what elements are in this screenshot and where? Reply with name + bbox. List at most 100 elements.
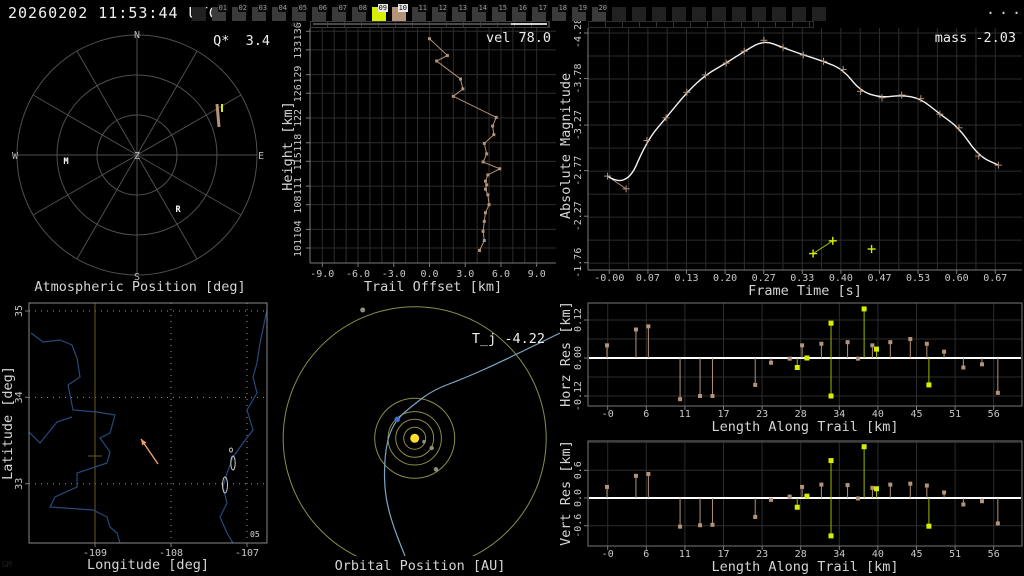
svg-text:W: W: [12, 151, 19, 162]
horz-residual-plot: -0 6 11 17 23 28 34 40 45 51 560.120.00-0.12: [573, 302, 1023, 420]
scrubber-progress: [313, 23, 511, 25]
frame-button-13[interactable]: 13: [452, 4, 468, 21]
svg-text:R: R: [175, 205, 181, 215]
meteor-analysis-app: { "header": { "timestamp": "20260202 11:…: [0, 0, 1024, 576]
timeline-scrubber[interactable]: [310, 21, 550, 28]
frame-number-label: 20: [597, 4, 608, 12]
frame-slot-blank: [792, 7, 806, 21]
svg-text:-2.77: -2.77: [573, 156, 584, 186]
polar-title: Atmospheric Position [deg]: [34, 279, 246, 295]
mass-stat: mass -2.03: [934, 30, 1016, 46]
planet-dot-jupiter: [360, 307, 366, 313]
frame-slot-blank: [692, 7, 706, 21]
overflow-menu-button[interactable]: ...: [986, 0, 1024, 18]
frame-number-label: 19: [577, 4, 588, 12]
map-content: [29, 303, 267, 543]
frame-number-label: 03: [257, 4, 268, 12]
frame-button-18[interactable]: 18: [552, 4, 568, 21]
svg-text:101: 101: [293, 239, 304, 257]
frame-slot-blank: [772, 7, 786, 21]
frame-slot-blank: [812, 7, 826, 21]
frame-button-14[interactable]: 14: [472, 4, 488, 21]
tj-stat: T_j -4.22: [471, 331, 545, 347]
frame-number-label: 09: [377, 4, 388, 12]
frame-number-label: 16: [517, 4, 528, 12]
frame-button-01[interactable]: 01: [212, 4, 228, 21]
frame-button-17[interactable]: 17: [532, 4, 548, 21]
frame-slot-blank: [612, 7, 626, 21]
frame-number-label: 06: [317, 4, 328, 12]
frame-button-11[interactable]: 11: [412, 4, 428, 21]
scrubber-highlight: [511, 23, 547, 25]
svg-text:M: M: [63, 157, 68, 167]
svg-text:-1.76: -1.76: [573, 248, 584, 278]
map-ylabel: Latitude [deg]: [0, 366, 16, 480]
earth-dot: [394, 416, 401, 423]
magnitude-plot: -0.00 0.07 0.13 0.20 0.27 0.33 0.40 0.47 0.53 0.6…: [573, 18, 1022, 284]
watermark: GM: [2, 560, 12, 569]
frame-button-05[interactable]: 05: [292, 4, 308, 21]
frame-button-16[interactable]: 16: [512, 4, 528, 21]
orbital-title: Orbital Position [AU]: [334, 558, 506, 574]
frame-number-label: 15: [497, 4, 508, 12]
frame-button-09[interactable]: 09: [372, 4, 388, 21]
frame-number-label: 13: [457, 4, 468, 12]
frame-slot-blank: [632, 7, 646, 21]
svg-text:Z: Z: [134, 151, 140, 162]
vert-res-xlabel: Length Along Trail [km]: [711, 559, 899, 575]
trail-ylabel: Height [km]: [280, 101, 296, 191]
frame-number-label: 02: [237, 4, 248, 12]
frame-slot-blank: [192, 7, 206, 21]
vert-residual-plot: -0 6 11 17 23 28 34 40 45 51 560.60.0-0.6: [573, 440, 1023, 560]
frame-button-04[interactable]: 04: [272, 4, 288, 21]
frame-button-08[interactable]: 08: [352, 4, 368, 21]
frame-button-19[interactable]: 19: [572, 4, 588, 21]
frame-button-02[interactable]: 02: [232, 4, 248, 21]
trail-offset-plot: -9.0 -6.0 -3.0 0.0 3.0 6.0 9.01361331291261221…: [293, 22, 556, 280]
frame-button-12[interactable]: 12: [432, 4, 448, 21]
svg-text:E: E: [258, 151, 264, 162]
svg-text:-0.6: -0.6: [573, 514, 584, 538]
svg-text:-2.27: -2.27: [573, 201, 584, 231]
frame-number-label: 08: [357, 4, 368, 12]
map-station-label: 05: [250, 530, 260, 539]
frame-number-label: 10: [397, 4, 408, 12]
polar-plot: NESW ZMR: [12, 30, 264, 283]
vel-stat: vel 78.0: [485, 30, 551, 46]
frame-button-20[interactable]: 20: [592, 4, 608, 21]
svg-text:35: 35: [14, 305, 25, 317]
svg-text:-3.78: -3.78: [573, 64, 584, 94]
planet-dot-mercury: [422, 439, 426, 444]
frame-number-label: 17: [537, 4, 548, 12]
svg-text:133: 133: [293, 41, 304, 59]
frame-button-06[interactable]: 06: [312, 4, 328, 21]
sun-dot: [410, 433, 420, 443]
frame-slot-blank: [672, 7, 686, 21]
frame-number-label: 14: [477, 4, 488, 12]
frame-button-10[interactable]: 10: [392, 4, 408, 21]
frame-number-label: 18: [557, 4, 568, 12]
svg-text:-3.27: -3.27: [573, 110, 584, 140]
timeline-scrubber-secondary[interactable]: [588, 21, 814, 28]
q-stat: Q* 3.4: [213, 33, 270, 49]
frame-slot-blank: [732, 7, 746, 21]
scrub-note: 49: [291, 21, 300, 29]
frame-button-07[interactable]: 07: [332, 4, 348, 21]
horz-res-xlabel: Length Along Trail [km]: [711, 419, 899, 435]
map-xlabel: Longitude [deg]: [87, 557, 209, 573]
planet-dot-mars: [433, 467, 439, 472]
frame-number-label: 04: [277, 4, 288, 12]
frame-number-label: 05: [297, 4, 308, 12]
frame-number-label: 11: [417, 4, 428, 12]
frame-number-label: 01: [217, 4, 228, 12]
svg-text:0.00: 0.00: [573, 346, 584, 370]
map-plot: -109 -108 -107353433: [14, 302, 268, 559]
frame-button-15[interactable]: 15: [492, 4, 508, 21]
frame-number-label: 12: [437, 4, 448, 12]
mag-ylabel: Absolute Magnitude: [558, 72, 574, 220]
frame-slot-blank: [712, 7, 726, 21]
svg-text:0.12: 0.12: [573, 308, 584, 332]
mag-xlabel: Frame Time [s]: [748, 283, 862, 299]
svg-text:-0.12: -0.12: [573, 381, 584, 411]
frame-button-03[interactable]: 03: [252, 4, 268, 21]
